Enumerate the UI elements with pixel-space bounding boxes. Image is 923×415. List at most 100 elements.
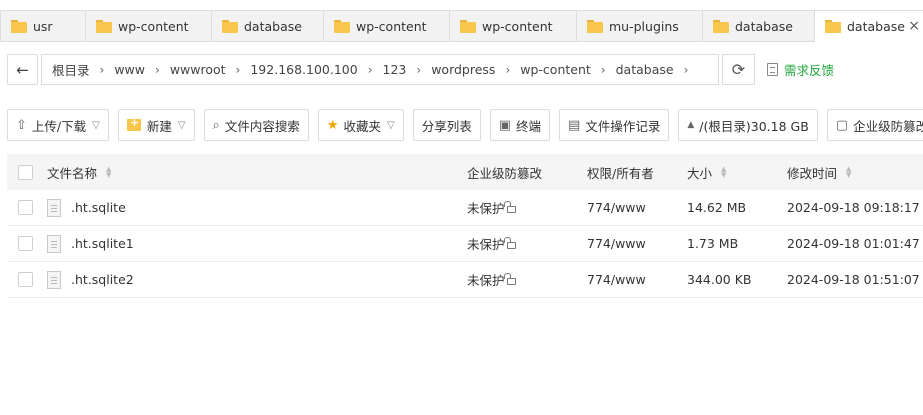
chevron-right-icon: › [600,62,606,77]
favorites-label: 收藏夹 [343,118,382,134]
folder-icon [11,19,27,33]
tab-usr[interactable]: usr [0,10,86,42]
tab-mu-plugins[interactable]: mu-plugins [577,10,703,42]
chevron-right-icon: › [235,62,241,77]
unlock-icon[interactable] [503,237,516,249]
breadcrumb-database[interactable]: database [616,62,674,77]
tab-label: usr [33,18,53,34]
header-size-label: 大小 [687,165,713,181]
header-mtime-label: 修改时间 [787,165,838,181]
favorites-button[interactable]: ★ 收藏夹 ▽ [317,109,404,141]
breadcrumb-wwwroot[interactable]: wwwroot [170,62,226,77]
chevron-down-icon: ▽ [92,119,100,131]
terminal-label: 终端 [516,118,542,134]
protect-status: 未保护 [467,201,505,216]
operation-log-button[interactable]: ▤ 文件操作记录 [559,109,670,141]
protect-status: 未保护 [467,273,505,288]
file-icon [47,270,61,289]
new-button[interactable]: 新建 ▽ [117,109,195,141]
chevron-right-icon: › [416,62,422,77]
table-row[interactable]: .ht.sqlite1 未保护 774/www 1.73 MB 2024-09-… [7,226,923,262]
file-mtime: 2024-09-18 01:01:47 [787,236,920,251]
feedback-icon [767,63,778,76]
chevron-right-icon: › [505,62,511,77]
folder-icon [334,19,350,33]
share-list-button[interactable]: 分享列表 [412,109,481,141]
header-name-label: 文件名称 [47,165,98,181]
breadcrumb-root[interactable]: 根目录 [52,60,90,79]
disk-label: /(根目录)30.18 GB [699,118,809,134]
file-name[interactable]: .ht.sqlite2 [71,272,134,287]
feedback-link[interactable]: 需求反馈 [767,60,834,79]
search-icon: ⌕ [212,117,220,133]
breadcrumb-wp-content[interactable]: wp-content [520,62,591,77]
breadcrumb-www[interactable]: www [114,62,145,77]
tab-wp-content-3[interactable]: wp-content [450,10,577,42]
enterprise-protect-button[interactable]: ▢ 企业级防篡改 [826,109,923,141]
table-row[interactable]: .ht.sqlite2 未保护 774/www 344.00 KB 2024-0… [7,262,923,298]
tab-label: mu-plugins [609,18,679,34]
table-header: 文件名称 ▲ ▼ 企业级防篡改 权限/所有者 大小 ▲ ▼ 修改时间 ▲ ▼ [7,154,923,190]
tab-database-1[interactable]: database [212,10,324,42]
select-all-checkbox[interactable] [18,164,33,180]
folder-icon [713,19,729,33]
chevron-down-icon: ▽ [177,119,186,131]
row-checkbox[interactable] [18,200,33,215]
row-checkbox[interactable] [18,236,33,251]
address-bar: ← 根目录 › www › wwwroot › 192.168.100.100 … [7,54,834,85]
header-perm-label: 权限/所有者 [587,165,654,181]
row-checkbox[interactable] [18,272,33,287]
tab-label: database [847,18,905,34]
header-size[interactable]: 大小 ▲ ▼ [687,163,726,182]
unlock-icon[interactable] [503,273,516,285]
header-name[interactable]: 文件名称 ▲ ▼ [47,163,111,182]
back-arrow-icon: ← [16,60,29,79]
new-label: 新建 [146,118,172,134]
file-size: 1.73 MB [687,236,739,251]
breadcrumb-wordpress[interactable]: wordpress [431,62,495,77]
upload-download-button[interactable]: ⇧ 上传/下载 ▽ [7,109,109,141]
file-name[interactable]: .ht.sqlite1 [71,236,134,251]
terminal-button[interactable]: ▣ 终端 [489,109,551,141]
file-perm[interactable]: 774/www [587,272,646,287]
table-row[interactable]: .ht.sqlite 未保护 774/www 14.62 MB 2024-09-… [7,190,923,226]
breadcrumb-site[interactable]: 192.168.100.100 [250,62,357,77]
chevron-right-icon: › [367,62,373,77]
unlock-icon[interactable] [503,201,516,213]
header-mtime[interactable]: 修改时间 ▲ ▼ [787,163,851,182]
file-perm[interactable]: 774/www [587,200,646,215]
breadcrumb: 根目录 › www › wwwroot › 192.168.100.100 › … [41,54,719,85]
folder-icon [825,19,841,33]
disk-button[interactable]: ▲ /(根目录)30.18 GB [678,109,818,141]
header-protect: 企业级防篡改 [467,163,542,182]
sort-icon: ▲ ▼ [721,165,727,179]
disk-icon: ▲ [687,120,695,130]
refresh-button[interactable]: ⟳ [722,54,755,85]
operation-log-label: 文件操作记录 [585,118,661,134]
tab-label: wp-content [482,18,553,34]
star-icon: ★ [326,117,339,133]
toolbar: ⇧ 上传/下载 ▽ 新建 ▽ ⌕ 文件内容搜索 ★ 收藏夹 ▽ 分享列表 ▣ 终… [7,109,923,141]
file-name[interactable]: .ht.sqlite [71,200,126,215]
chevron-down-icon: ▽ [387,119,395,131]
terminal-icon: ▣ [498,117,512,133]
file-mtime: 2024-09-18 09:18:17 [787,200,920,215]
breadcrumb-123[interactable]: 123 [383,62,407,77]
tab-database-2[interactable]: database [703,10,815,42]
tab-label: database [735,18,793,34]
folder-icon [460,19,476,33]
refresh-icon: ⟳ [731,60,746,79]
content-search-button[interactable]: ⌕ 文件内容搜索 [203,109,309,141]
folder-icon [587,19,603,33]
chevron-right-icon: › [155,62,160,77]
back-button[interactable]: ← [7,54,38,85]
sort-icon: ▲ ▼ [846,165,852,179]
tab-database-active[interactable]: database × [815,10,923,42]
tab-wp-content-2[interactable]: wp-content [324,10,450,42]
tab-wp-content-1[interactable]: wp-content [86,10,212,42]
close-tab-icon[interactable]: × [908,19,920,33]
tab-label: wp-content [118,18,189,34]
enterprise-protect-label: 企业级防篡改 [853,118,923,134]
new-folder-icon [126,116,141,131]
file-perm[interactable]: 774/www [587,236,646,251]
